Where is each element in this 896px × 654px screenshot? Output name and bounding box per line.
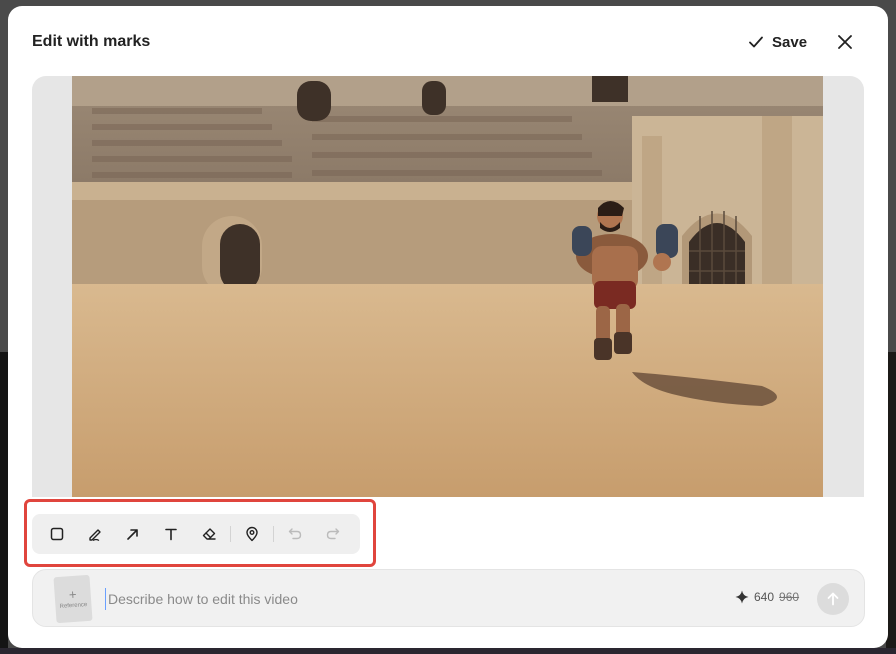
markup-canvas[interactable] (32, 76, 864, 497)
pen-tool-button[interactable] (76, 518, 114, 550)
credit-cost-new: 640 (754, 590, 775, 604)
arrow-up-icon (827, 592, 839, 606)
close-icon (838, 35, 852, 49)
modal-title: Edit with marks (32, 33, 151, 50)
arrow-tool-button[interactable] (114, 518, 152, 550)
sparkle-icon (735, 590, 749, 604)
background-bottom-strip (0, 648, 896, 654)
edit-prompt-input[interactable] (105, 588, 665, 610)
markup-toolbar (32, 514, 360, 554)
modal-header: Edit with marks Save (8, 6, 888, 76)
add-reference-button[interactable]: + Reference (53, 574, 93, 624)
video-frame[interactable] (72, 76, 823, 497)
close-button[interactable] (834, 31, 856, 53)
background-thumbnail-left (0, 352, 8, 654)
reference-label: Reference (59, 602, 88, 610)
send-button[interactable] (817, 583, 849, 615)
check-icon (749, 36, 763, 48)
rectangle-tool-button[interactable] (38, 518, 76, 550)
credit-cost-old: 960 (779, 590, 800, 604)
arrow-icon (127, 529, 138, 540)
undo-icon (288, 528, 302, 540)
video-frame-image (72, 76, 823, 497)
location-pin-tool-button[interactable] (233, 518, 271, 550)
edit-with-marks-modal: Edit with marks Save + Reference Describ… (8, 6, 888, 648)
undo-button[interactable] (276, 518, 314, 550)
plus-icon: + (68, 586, 77, 603)
prompt-bar: + Reference 640 960 (32, 569, 865, 627)
toolbar-divider (230, 526, 231, 542)
credit-cost: 640 960 (735, 590, 799, 604)
pen-icon (89, 529, 101, 542)
location-pin-icon (246, 526, 258, 542)
eraser-tool-button[interactable] (190, 518, 228, 550)
eraser-icon (202, 528, 216, 540)
text-icon (165, 528, 177, 541)
toolbar-divider (273, 526, 274, 542)
save-label: Save (772, 33, 808, 51)
rectangle-icon (50, 527, 64, 541)
redo-button[interactable] (314, 518, 352, 550)
text-tool-button[interactable] (152, 518, 190, 550)
save-button[interactable]: Save (748, 30, 807, 54)
redo-icon (326, 528, 340, 540)
